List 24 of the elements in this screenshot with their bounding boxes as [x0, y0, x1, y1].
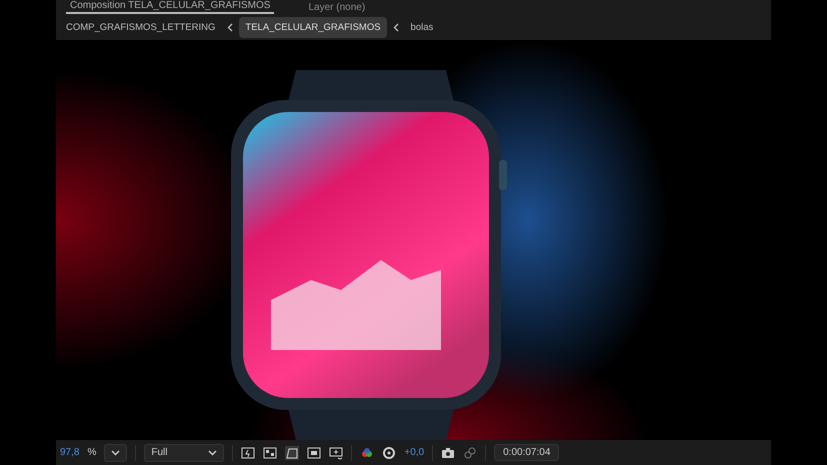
- zoom-dropdown[interactable]: [104, 444, 128, 462]
- exposure-value[interactable]: +0,0: [404, 447, 424, 458]
- resolution-dropdown[interactable]: Full: [144, 444, 224, 462]
- chevron-icon: [208, 450, 218, 456]
- chevron-icon: [111, 450, 120, 456]
- panel-tab[interactable]: Composition TELA_CELULAR_GRAFISMOS: [66, 0, 274, 14]
- show-snapshot-icon[interactable]: [463, 446, 478, 460]
- zoom-unit: %: [87, 447, 96, 458]
- chevron-left-icon: [227, 22, 234, 32]
- breadcrumb-item[interactable]: TELA_CELULAR_GRAFISMOS: [239, 16, 387, 38]
- chevron-left-icon: [392, 22, 399, 32]
- breadcrumb-item[interactable]: COMP_GRAFISMOS_LETTERING: [60, 16, 222, 38]
- panel-tab[interactable]: Layer (none): [304, 2, 370, 14]
- color-channels-icon[interactable]: [360, 446, 374, 460]
- timecode-field[interactable]: 0:00:07:04: [494, 444, 560, 461]
- camera-icon[interactable]: [441, 446, 456, 460]
- exposure-icon[interactable]: [382, 446, 396, 460]
- fast-preview-icon[interactable]: [241, 446, 256, 460]
- region-of-interest-icon[interactable]: [329, 446, 344, 460]
- transparency-grid-icon[interactable]: [263, 446, 278, 460]
- safe-margins-icon[interactable]: [307, 446, 322, 460]
- zoom-value[interactable]: 97,8: [60, 447, 80, 458]
- mask-path-icon[interactable]: [285, 446, 300, 460]
- breadcrumb-item[interactable]: bolas: [404, 16, 440, 38]
